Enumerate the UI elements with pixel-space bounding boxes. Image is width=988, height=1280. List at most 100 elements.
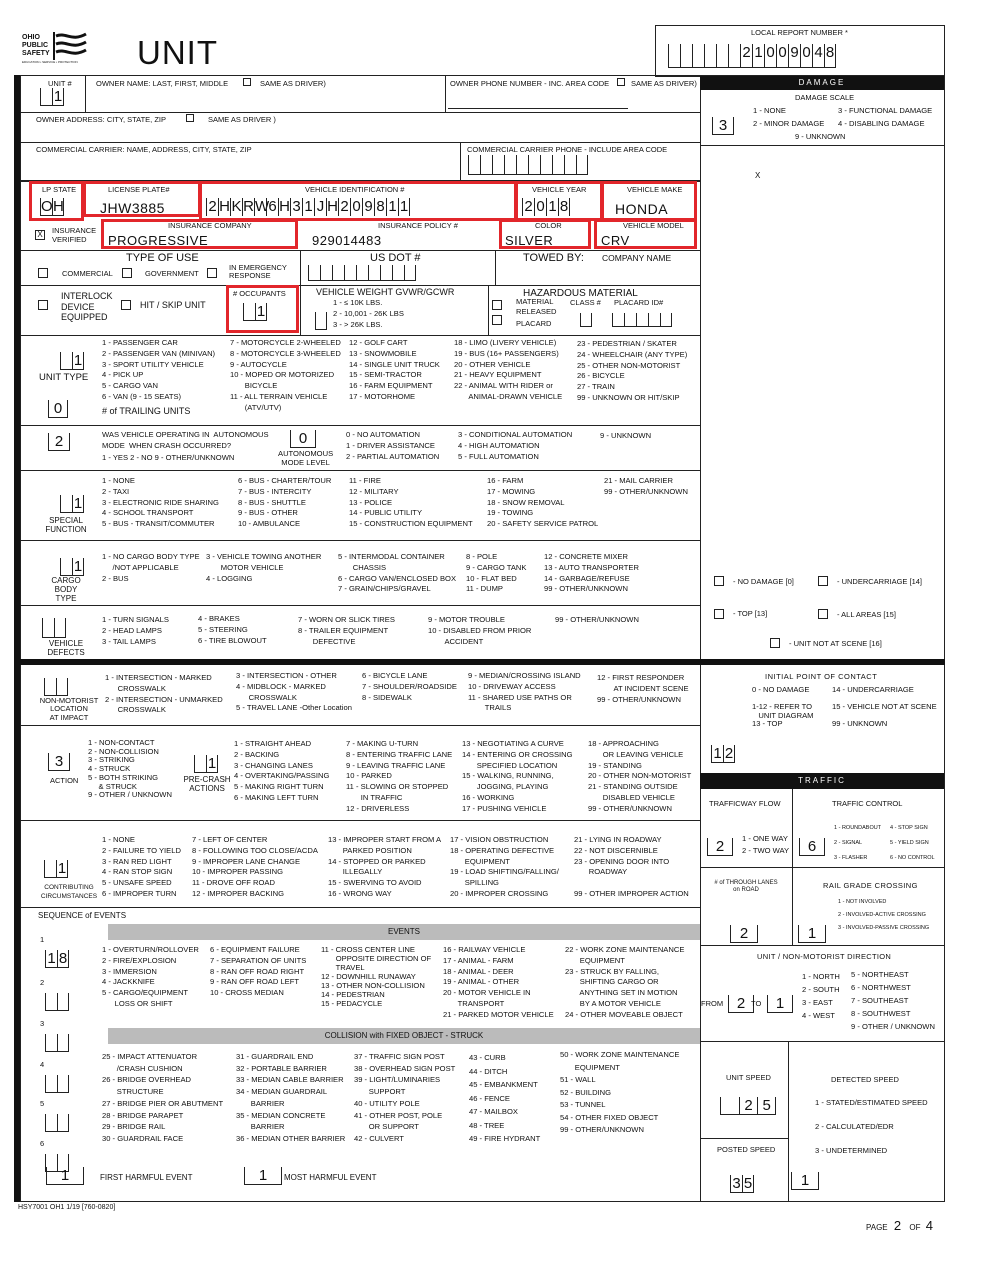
- undercarriage-checkbox[interactable]: [818, 576, 828, 586]
- interlock-checkbox[interactable]: [38, 300, 48, 310]
- digit-cell: [320, 265, 332, 280]
- digit-cell: 0: [764, 44, 776, 67]
- government-checkbox[interactable]: [122, 268, 132, 278]
- unit-speed-field[interactable]: 25: [720, 1097, 776, 1115]
- autonomous-level-label: AUTONOMOUS MODE LEVEL: [278, 449, 334, 467]
- digit-cell: [45, 993, 57, 1010]
- digit-cell: [60, 495, 72, 512]
- hazmat-placard-checkbox[interactable]: [492, 315, 502, 325]
- cargo-body-field[interactable]: 1: [60, 558, 84, 576]
- non-motorist-options-1: 1 - INTERSECTION - MARKED CROSSWALK 2 - …: [105, 673, 223, 715]
- page-title: UNIT: [137, 34, 218, 71]
- digit-cell: 1: [791, 1172, 819, 1189]
- usdot-field[interactable]: [308, 265, 416, 281]
- sequence-event-field[interactable]: 18: [45, 950, 69, 968]
- type-of-use-label: TYPE OF USE: [126, 252, 199, 264]
- digit-cell: 0: [800, 44, 812, 67]
- digit-cell: [552, 155, 564, 174]
- insurance-company-highlight: [101, 219, 298, 249]
- sequence-event-field[interactable]: [45, 993, 69, 1011]
- unit-type-field[interactable]: 1: [60, 352, 84, 370]
- first-harmful-field[interactable]: 1: [46, 1167, 84, 1185]
- page-indicator: PAGE 2 OF 4: [866, 1218, 933, 1233]
- digit-cell: 2: [740, 44, 752, 67]
- digit-cell: [680, 44, 692, 67]
- not-at-scene-checkbox[interactable]: [770, 638, 780, 648]
- contributing-label: CONTRIBUTING CIRCUMSTANCES: [40, 884, 98, 900]
- posted-speed-field[interactable]: 35: [730, 1175, 754, 1193]
- digit-cell: [308, 265, 320, 280]
- special-function-field[interactable]: 1: [60, 495, 84, 513]
- interlock-label: INTERLOCK DEVICE EQUIPPED: [61, 291, 113, 322]
- rail-crossing-field[interactable]: 1: [798, 925, 826, 943]
- hazmat-placard-label: PLACARD: [516, 319, 552, 328]
- most-harmful-field[interactable]: 1: [244, 1167, 282, 1185]
- emergency-checkbox[interactable]: [207, 268, 217, 278]
- make-highlight: [601, 181, 697, 221]
- carrier-phone-field[interactable]: [468, 155, 588, 175]
- digit-cell: [528, 155, 540, 174]
- digit-cell: 1: [767, 995, 793, 1012]
- digit-cell: 1: [206, 755, 218, 772]
- digit-cell: 1: [711, 745, 723, 762]
- digit-cell: [580, 313, 592, 326]
- autonomous-level-field[interactable]: 0: [290, 430, 316, 448]
- trailing-units-field[interactable]: 0: [48, 400, 68, 418]
- trafficway-flow-field[interactable]: 2: [707, 838, 733, 856]
- weight-field[interactable]: [315, 312, 327, 330]
- sequence-slot-number: 1: [40, 935, 45, 944]
- autonomous-options-1: 0 - NO AUTOMATION 1 - DRIVER ASSISTANCE …: [346, 430, 440, 461]
- sequence-slot-number: 5: [40, 1099, 45, 1108]
- non-motorist-options-5: 12 - FIRST RESPONDER AT INCIDENT SCENE 9…: [597, 673, 689, 704]
- address-same-as-driver-checkbox[interactable]: [186, 114, 194, 122]
- insurance-verified-checkbox[interactable]: X: [35, 230, 45, 240]
- hazmat-released-checkbox[interactable]: [492, 300, 502, 310]
- initial-contact-field[interactable]: 12: [711, 745, 735, 763]
- damage-diagram-mark[interactable]: X: [755, 171, 760, 181]
- owner-phone-field[interactable]: [448, 108, 628, 109]
- page-label: PAGE: [866, 1223, 888, 1232]
- detected-speed-field[interactable]: 1: [791, 1172, 819, 1190]
- digit-cell: [468, 155, 480, 174]
- digit-cell: [668, 44, 680, 67]
- phone-same-as-driver-checkbox[interactable]: [617, 78, 625, 86]
- defects-options-3: 7 - WORN OR SLICK TIRES 8 - TRAILER EQUI…: [298, 615, 395, 646]
- digit-cell: [45, 1034, 57, 1051]
- vehicle-defects-field[interactable]: [42, 618, 66, 638]
- sequence-event-field[interactable]: [45, 1034, 69, 1052]
- events-header: EVENTS: [108, 924, 700, 940]
- carrier-phone-label: COMMERCIAL CARRIER PHONE - INCLUDE AREA …: [467, 145, 668, 154]
- unit-number-field[interactable]: 1: [40, 88, 64, 106]
- through-lanes-field[interactable]: 2: [730, 925, 758, 943]
- placard-id-field[interactable]: [612, 313, 672, 327]
- cargo-body-options-4: 8 - POLE 9 - CARGO TANK 10 - FLAT BED 11…: [466, 552, 527, 594]
- non-motorist-field[interactable]: [44, 678, 68, 696]
- government-label: GOVERNMENT: [145, 269, 199, 278]
- traffic-control-field[interactable]: 6: [799, 838, 825, 856]
- commercial-checkbox[interactable]: [38, 268, 48, 278]
- pre-crash-field[interactable]: 1: [194, 755, 218, 773]
- special-function-options-1: 1 - NONE 2 - TAXI 3 - ELECTRONIC RIDE SH…: [102, 476, 219, 529]
- sequence-slot-number: 3: [40, 1019, 45, 1028]
- contributing-field[interactable]: 1: [44, 860, 68, 878]
- owner-same-as-driver-checkbox[interactable]: [243, 78, 251, 86]
- sequence-event-field[interactable]: [45, 1114, 69, 1132]
- digit-cell: [332, 265, 344, 280]
- local-report-number[interactable]: 21009048: [668, 44, 836, 68]
- no-damage-checkbox[interactable]: [714, 576, 724, 586]
- digit-cell: [612, 313, 624, 326]
- fixed-object-header: COLLISION with FIXED OBJECT - STRUCK: [108, 1028, 700, 1044]
- all-areas-checkbox[interactable]: [818, 609, 828, 619]
- sequence-event-field[interactable]: [45, 1075, 69, 1093]
- pre-crash-options-4: 18 - APPROACHING OR LEAVING VEHICLE 19 -…: [588, 739, 692, 813]
- class-field[interactable]: [580, 313, 592, 327]
- damage-scale-field[interactable]: 3: [712, 117, 734, 135]
- digit-cell: [40, 88, 52, 105]
- direction-to-field[interactable]: 1: [767, 995, 793, 1013]
- autonomous-field[interactable]: 2: [48, 433, 70, 451]
- digit-cell: 2: [48, 433, 70, 450]
- digit-cell: [504, 155, 516, 174]
- hit-skip-checkbox[interactable]: [121, 300, 131, 310]
- action-field[interactable]: 3: [48, 753, 70, 771]
- top-checkbox[interactable]: [714, 609, 724, 619]
